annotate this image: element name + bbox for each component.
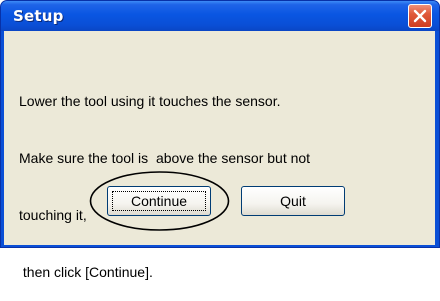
continue-button[interactable]: Continue <box>107 186 211 216</box>
message-line: Lower the tool using it touches the sens… <box>19 93 281 109</box>
instruction-message: Lower the tool using it touches the sens… <box>19 54 409 301</box>
window-title: Setup <box>13 7 64 25</box>
close-x-icon <box>413 9 427 23</box>
close-button[interactable] <box>408 4 432 28</box>
title-bar[interactable]: Setup <box>1 1 439 31</box>
message-line: then click [Continue]. <box>19 264 153 280</box>
message-line: Make sure the tool is above the sensor b… <box>19 150 311 166</box>
quit-button-label: Quit <box>280 193 306 209</box>
quit-button[interactable]: Quit <box>241 186 345 216</box>
message-line: touching it, <box>19 207 87 223</box>
continue-button-label: Continue <box>130 193 188 209</box>
